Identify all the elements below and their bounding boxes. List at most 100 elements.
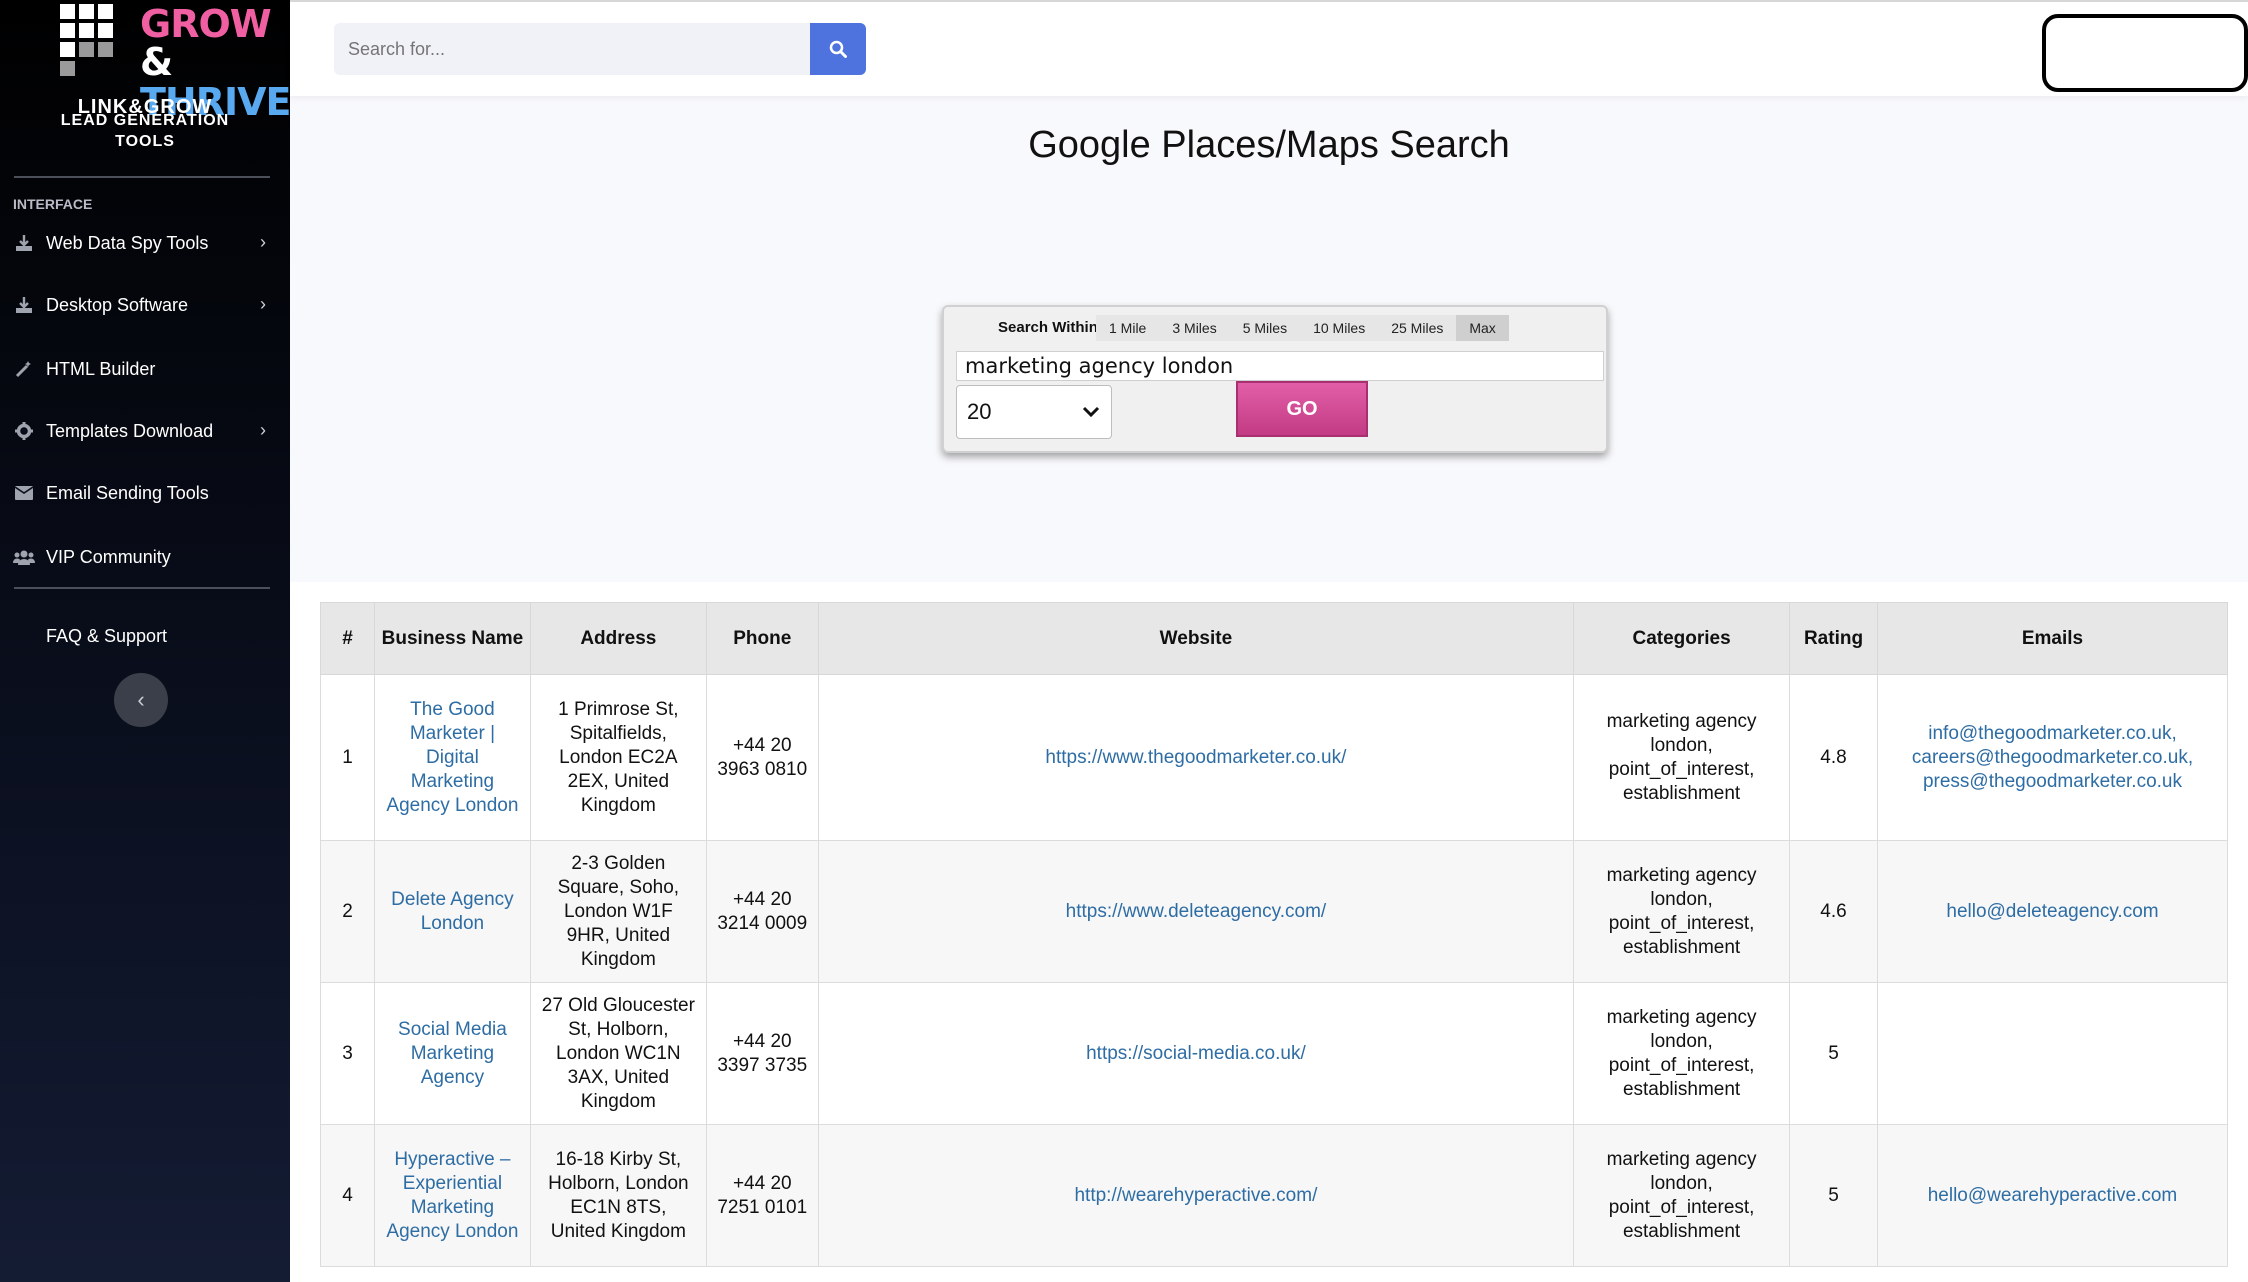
cell-num: 4 [320, 1124, 375, 1267]
result-count-select[interactable]: 20 [956, 385, 1112, 439]
brand-tagline-2: TOOLS [115, 133, 175, 150]
website-link[interactable]: https://social-media.co.uk/ [817, 982, 1575, 1125]
cell-rating: 5 [1789, 1124, 1878, 1267]
topbar [290, 0, 2248, 96]
cell-emails [1877, 982, 2228, 1125]
radius-tabs: 1 Mile 3 Miles 5 Miles 10 Miles 25 Miles… [1096, 315, 1509, 341]
sidebar-item-label: Web Data Spy Tools [46, 232, 209, 253]
chevron-right-icon: › [260, 420, 266, 440]
chevron-right-icon: › [260, 232, 266, 252]
search-button[interactable] [810, 23, 866, 75]
download-icon [0, 296, 46, 314]
cell-address: 2-3 Golden Square, Soho, London W1F 9HR,… [529, 840, 707, 983]
chevron-down-icon [1081, 387, 1101, 459]
sidebar-divider [14, 176, 270, 178]
cell-emails: info@thegoodmarketer.co.uk, careers@theg… [1877, 674, 2228, 841]
business-name-link[interactable]: Delete Agency London [373, 840, 531, 983]
results-panel: # Business Name Address Phone Website Ca… [290, 582, 2248, 1282]
sidebar-item-web-data-spy-tools[interactable]: Web Data Spy Tools › [0, 220, 290, 266]
radius-tab-3-miles[interactable]: 3 Miles [1159, 315, 1229, 341]
business-name-link[interactable]: Hyperactive – Experiential Marketing Age… [373, 1124, 531, 1267]
sidebar-collapse-button[interactable]: ‹ [114, 673, 168, 727]
brand-tagline-1: LEAD GENERATION [60, 112, 230, 129]
radius-tab-1-mile[interactable]: 1 Mile [1096, 315, 1159, 341]
result-count-value: 20 [967, 399, 992, 424]
radius-tab-max[interactable]: Max [1456, 315, 1509, 341]
sidebar-item-label: Email Sending Tools [46, 482, 209, 503]
sidebar-item-templates-download[interactable]: Templates Download › [0, 408, 290, 454]
email-link[interactable]: info@thegoodmarketer.co.uk, [1888, 722, 2217, 746]
page-title: Google Places/Maps Search [1028, 124, 1510, 166]
cell-phone: +44 20 3963 0810 [705, 674, 819, 841]
sidebar-item-label: Templates Download [46, 420, 214, 441]
col-header-emails: Emails [1877, 602, 2228, 675]
email-link[interactable]: press@thegoodmarketer.co.uk [1888, 770, 2217, 794]
table-header-row: # Business Name Address Phone Website Ca… [320, 602, 2228, 675]
sidebar-heading: INTERFACE [13, 196, 93, 212]
website-link[interactable]: http://wearehyperactive.com/ [817, 1124, 1575, 1267]
cell-rating: 4.8 [1789, 674, 1878, 841]
user-menu-button[interactable] [2042, 14, 2248, 92]
col-header-name: Business Name [373, 602, 531, 675]
places-search-widget: Search Within 1 Mile 3 Miles 5 Miles 10 … [942, 305, 1608, 453]
cell-num: 3 [320, 982, 375, 1125]
cell-rating: 4.6 [1789, 840, 1878, 983]
logo-word-grow: GROW [140, 2, 272, 46]
logo-ampersand: & [140, 40, 173, 84]
cell-num: 2 [320, 840, 375, 983]
email-link[interactable]: hello@deleteagency.com [1888, 900, 2217, 924]
col-header-website: Website [817, 602, 1575, 675]
cell-phone: +44 20 3214 0009 [705, 840, 819, 983]
sidebar-item-label: Desktop Software [46, 294, 189, 315]
cell-categories: marketing agency london, point_of_intere… [1573, 982, 1791, 1125]
radius-tab-10-miles[interactable]: 10 Miles [1300, 315, 1378, 341]
sidebar-item-faq-support[interactable]: FAQ & Support [46, 626, 167, 647]
table-row: 1 The Good Marketer | Digital Marketing … [320, 674, 2228, 841]
wand-icon [0, 360, 46, 378]
users-icon [0, 549, 46, 565]
go-button[interactable]: GO [1236, 381, 1368, 437]
cell-emails: hello@deleteagency.com [1877, 840, 2228, 983]
business-name-link[interactable]: Social Media Marketing Agency [373, 982, 531, 1125]
sidebar-item-html-builder[interactable]: HTML Builder [0, 346, 290, 392]
website-link[interactable]: https://www.thegoodmarketer.co.uk/ [817, 674, 1575, 841]
business-name-link[interactable]: The Good Marketer | Digital Marketing Ag… [373, 674, 531, 841]
website-link[interactable]: https://www.deleteagency.com/ [817, 840, 1575, 983]
cell-address: 27 Old Gloucester St, Holborn, London WC… [529, 982, 707, 1125]
sidebar-item-email-sending-tools[interactable]: Email Sending Tools [0, 470, 290, 516]
sidebar: GROW & THRIVE LINK&GROW LEAD GENERATION … [0, 0, 291, 1282]
table-row: 2 Delete Agency London 2-3 Golden Square… [320, 840, 2228, 983]
cell-categories: marketing agency london, point_of_intere… [1573, 1124, 1791, 1267]
email-link[interactable]: hello@wearehyperactive.com [1888, 1184, 2217, 1208]
cell-phone: +44 20 7251 0101 [705, 1124, 819, 1267]
cell-rating: 5 [1789, 982, 1878, 1125]
gear-icon [0, 422, 46, 440]
cell-num: 1 [320, 674, 375, 841]
sidebar-item-vip-community[interactable]: VIP Community [0, 534, 290, 580]
sidebar-item-label: VIP Community [46, 546, 171, 567]
sidebar-item-desktop-software[interactable]: Desktop Software › [0, 282, 290, 328]
query-input[interactable]: marketing agency london [956, 351, 1604, 381]
cell-address: 1 Primrose St, Spitalfields, London EC2A… [529, 674, 707, 841]
col-header-address: Address [529, 602, 707, 675]
cell-categories: marketing agency london, point_of_intere… [1573, 840, 1791, 983]
download-icon [0, 234, 46, 252]
search-icon [829, 40, 847, 58]
col-header-rating: Rating [1789, 602, 1878, 675]
cell-phone: +44 20 3397 3735 [705, 982, 819, 1125]
chevron-right-icon: › [260, 294, 266, 314]
results-table: # Business Name Address Phone Website Ca… [320, 602, 2228, 1267]
radius-tab-25-miles[interactable]: 25 Miles [1378, 315, 1456, 341]
cell-emails: hello@wearehyperactive.com [1877, 1124, 2228, 1267]
sidebar-divider [14, 587, 270, 589]
sidebar-item-label: HTML Builder [46, 358, 156, 379]
col-header-num: # [320, 602, 375, 675]
envelope-icon [0, 486, 46, 500]
search-within-label: Search Within [998, 319, 1098, 336]
radius-tab-5-miles[interactable]: 5 Miles [1230, 315, 1300, 341]
logo-grid-icon [60, 4, 116, 78]
email-link[interactable]: careers@thegoodmarketer.co.uk, [1888, 746, 2217, 770]
brand-logo[interactable]: GROW & THRIVE LINK&GROW LEAD GENERATION … [0, 0, 291, 170]
search-input[interactable] [334, 23, 810, 75]
cell-categories: marketing agency london, point_of_intere… [1573, 674, 1791, 841]
